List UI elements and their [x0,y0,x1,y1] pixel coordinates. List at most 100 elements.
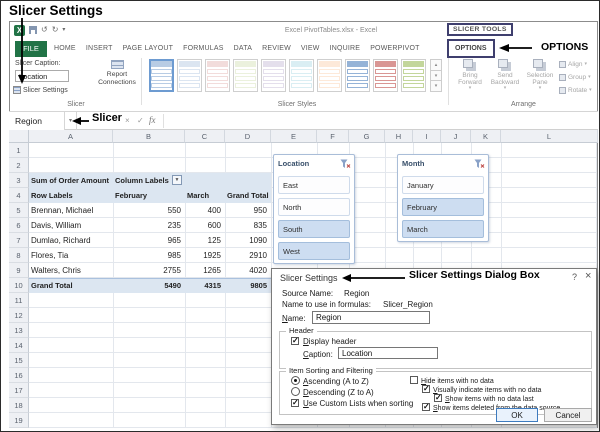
pivot-cell: 965 [167,236,181,245]
display-header-checkbox[interactable] [291,336,299,345]
redo-icon[interactable]: ↻ [52,24,59,36]
pivot-cell: 400 [207,206,221,215]
column-header-d[interactable]: D [225,130,271,143]
undo-icon[interactable]: ↺ [41,24,48,36]
visually-indicate-checkbox[interactable] [422,384,430,393]
annotation-options: OPTIONS [541,41,589,53]
pivot-grand-total-value: 4315 [204,281,221,290]
row-header-15[interactable]: 15 [9,353,29,368]
source-name-label: Source Name: [282,289,334,298]
column-header-b[interactable]: B [113,130,185,143]
gridline [29,427,597,428]
row-header-5[interactable]: 5 [9,203,29,218]
screenshot-root: Slicer Settings X ↺ ↻ ▾ Excel PivotTable… [0,0,600,432]
slicer-item-east[interactable]: East [278,176,350,194]
pivot-cell: 600 [207,221,221,230]
pivot-title-cell: Sum of Order Amount [31,176,110,185]
row-header-10[interactable]: 10 [9,278,29,293]
column-header-j[interactable]: J [441,130,471,143]
ascending-radio[interactable] [291,376,300,385]
pivot-cell: Davis, William [31,221,82,230]
close-icon[interactable]: × [585,270,591,282]
row-header-9[interactable]: 9 [9,263,29,278]
help-icon[interactable]: ? [572,272,577,282]
pivot-col-header: Grand Total [227,191,269,200]
clear-filter-icon[interactable] [474,159,485,169]
row-header-12[interactable]: 12 [9,308,29,323]
qat-dropdown-icon[interactable]: ▾ [62,24,65,36]
column-header-g[interactable]: G [349,130,385,143]
row-header-18[interactable]: 18 [9,398,29,413]
slicer-item-february[interactable]: February [402,198,484,216]
column-header-e[interactable]: E [271,130,317,143]
quick-access-toolbar: X ↺ ↻ ▾ [14,24,65,36]
slicer-month-header: Month [398,155,488,172]
slicer-location[interactable]: Location East North South West [273,154,355,264]
cancel-button[interactable]: Cancel [544,408,592,422]
pivot-cell: Brennan, Michael [31,206,94,215]
descending-radio[interactable] [291,387,300,396]
column-labels-filter-icon[interactable]: ▼ [172,175,182,185]
pivot-cell: 1265 [203,266,221,275]
slicer-item-south[interactable]: South [278,220,350,238]
pivot-col-header: February [115,191,148,200]
row-header-6[interactable]: 6 [9,218,29,233]
column-header-c[interactable]: C [185,130,225,143]
hide-items-checkbox[interactable] [410,376,418,384]
annotation-slicer: Slicer [92,112,122,124]
row-header-4[interactable]: 4 [9,188,29,203]
dialog-title: Slicer Settings [280,273,338,283]
pivot-cell: Flores, Tia [31,251,69,260]
name-label: Name: [282,314,306,323]
slicer-item-north[interactable]: North [278,198,350,216]
slicer-location-items: East North South West [274,176,354,260]
ok-button[interactable]: OK [496,408,538,422]
slicer-month[interactable]: Month January February March [397,154,489,242]
excel-logo-icon: X [14,24,25,36]
descending-label: Descending (Z to A) [303,388,374,397]
clear-filter-icon[interactable] [340,159,351,169]
column-header-a[interactable]: A [29,130,113,143]
row-header-17[interactable]: 17 [9,383,29,398]
source-name-value: Region [344,289,370,298]
show-last-checkbox[interactable] [434,393,442,402]
pivot-cell: 550 [167,206,181,215]
row-header-13[interactable]: 13 [9,323,29,338]
slicer-item-march[interactable]: March [402,220,484,238]
save-icon[interactable] [29,26,37,34]
slicer-month-items: January February March [398,176,488,238]
pivot-grand-total-value: 9805 [250,281,267,290]
column-header-i[interactable]: I [413,130,441,143]
column-header-l[interactable]: L [501,130,598,143]
row-header-1[interactable]: 1 [9,143,29,158]
slicer-item-west[interactable]: West [278,242,350,260]
show-deleted-checkbox[interactable] [422,402,430,411]
pivot-cell: 2910 [249,251,267,260]
tab-options[interactable]: OPTIONS [447,39,495,58]
custom-lists-label: Use Custom Lists when sorting [303,399,414,408]
row-header-11[interactable]: 11 [9,293,29,308]
column-header-h[interactable]: H [385,130,413,143]
show-last-label: Show items with no data last [445,396,534,403]
row-header-19[interactable]: 19 [9,413,29,428]
pivot-cell: 1925 [203,251,221,260]
caption-input[interactable]: Location [338,347,438,359]
sorting-legend: Item Sorting and Filtering [286,366,376,375]
formula-name-value: Slicer_Region [383,300,433,309]
row-header-3[interactable]: 3 [9,173,29,188]
row-header-7[interactable]: 7 [9,233,29,248]
row-header-14[interactable]: 14 [9,338,29,353]
pivot-row-labels-cell[interactable]: Row Labels [29,188,113,203]
row-header-16[interactable]: 16 [9,368,29,383]
column-header-k[interactable]: K [471,130,501,143]
column-header-f[interactable]: F [317,130,349,143]
pivot-cell: Walters, Chris [31,266,81,275]
pivot-col-header: March [187,191,210,200]
row-header-2[interactable]: 2 [9,158,29,173]
row-header-8[interactable]: 8 [9,248,29,263]
name-input[interactable]: Region [312,311,430,324]
custom-lists-checkbox[interactable] [291,398,299,407]
pivot-cell: 1090 [249,236,267,245]
slicer-item-january[interactable]: January [402,176,484,194]
pivot-grand-total-value: 5490 [164,281,181,290]
